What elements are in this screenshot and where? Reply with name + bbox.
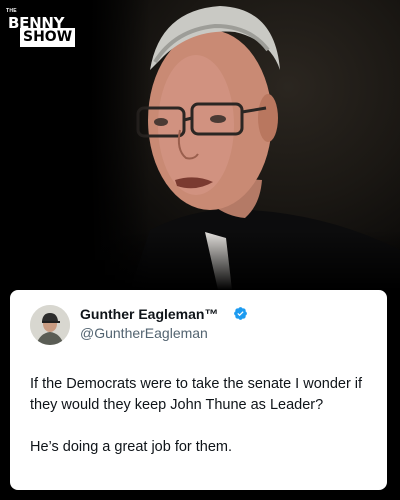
photo-bottom-fade: [0, 230, 400, 290]
avatar-portrait-icon: [30, 305, 70, 345]
tweet-author-name[interactable]: Gunther Eagleman™: [80, 306, 218, 322]
brand-logo: THE BENNY SHOW: [6, 8, 82, 48]
avatar[interactable]: [30, 305, 70, 345]
tweet-author-handle[interactable]: @GuntherEagleman: [80, 325, 208, 341]
brand-logo-word-2: SHOW: [20, 28, 76, 47]
tweet-card: Gunther Eagleman™ @GuntherEagleman If th…: [10, 290, 387, 490]
tweet-text: If the Democrats were to take the senate…: [30, 374, 375, 458]
header-photo: THE BENNY SHOW: [0, 0, 400, 290]
tweet-paragraph: He’s doing a great job for them.: [30, 439, 233, 455]
verified-badge-icon: [234, 307, 247, 320]
tweet-paragraph: If the Democrats were to take the senate…: [30, 376, 363, 413]
